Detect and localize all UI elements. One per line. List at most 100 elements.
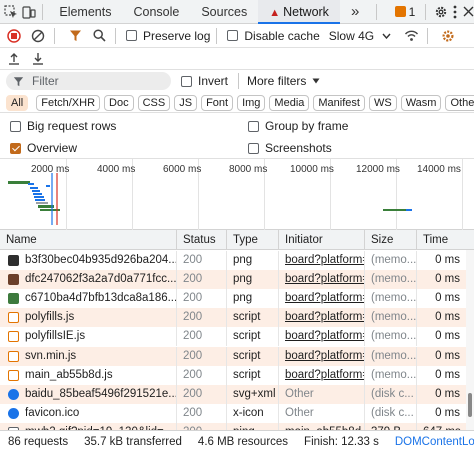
table-row[interactable]: c6710ba4d7bfb13dca8a186... 200 png board?pl… xyxy=(0,289,466,309)
type-filter-wasm[interactable]: Wasm xyxy=(400,94,442,111)
more-filters-dropdown[interactable]: More filters xyxy=(247,74,320,88)
table-row[interactable]: baidu_85beaf5496f291521e... 200 svg+xml Oth… xyxy=(0,384,466,404)
screenshots-checkbox[interactable]: Screenshots xyxy=(248,141,332,155)
network-conditions-icon[interactable] xyxy=(401,26,421,46)
invert-checkbox[interactable]: Invert xyxy=(181,74,228,88)
clear-icon[interactable] xyxy=(28,26,48,46)
request-name-cell[interactable]: dfc247062f3a2a7d0a771fcc... xyxy=(0,270,176,289)
throttling-select[interactable]: Slow 4G xyxy=(329,29,391,43)
tab-network[interactable]: ▲ Network xyxy=(258,0,340,24)
more-tabs-button[interactable]: » xyxy=(340,0,370,24)
favicon-icon xyxy=(8,407,19,419)
throttling-value: Slow 4G xyxy=(328,28,375,43)
disable-cache-checkbox[interactable]: Disable cache xyxy=(227,29,320,43)
resource-type-filters: All Fetch/XHR Doc CSS JS Font Img Media … xyxy=(0,93,474,113)
record-stop-icon[interactable] xyxy=(4,26,24,46)
request-status-cell: 200 xyxy=(176,365,226,385)
type-filter-manifest[interactable]: Manifest xyxy=(313,94,365,111)
caret-down-icon xyxy=(312,78,320,84)
request-status-cell: 200 xyxy=(176,346,226,366)
vertical-scrollbar[interactable] xyxy=(466,250,474,430)
preserve-log-box[interactable] xyxy=(126,30,137,41)
request-initiator-cell[interactable]: board?platform=... xyxy=(278,327,364,347)
type-filter-media[interactable]: Media xyxy=(269,94,310,111)
request-name-cell[interactable]: b3f30bec04b935d926ba204... xyxy=(0,251,176,270)
request-initiator-cell[interactable]: board?platform=... xyxy=(278,251,364,270)
request-name-cell[interactable]: main_ab55b8d.js xyxy=(0,366,176,385)
screenshots-label: Screenshots xyxy=(265,141,332,155)
settings-gear-icon[interactable] xyxy=(434,2,448,22)
column-header-initiator[interactable]: Initiator xyxy=(278,230,364,250)
request-name-cell[interactable]: svn.min.js xyxy=(0,347,176,366)
type-filter-ws[interactable]: WS xyxy=(368,94,397,111)
type-filter-js[interactable]: JS xyxy=(174,94,198,111)
request-type-cell: svg+xml xyxy=(226,384,278,404)
overview-box-checked[interactable] xyxy=(10,142,21,154)
column-header-size[interactable]: Size xyxy=(364,230,416,250)
request-name-cell[interactable]: baidu_85beaf5496f291521e... xyxy=(0,385,176,404)
table-row[interactable]: dfc247062f3a2a7d0a771fcc... 200 png board?p… xyxy=(0,270,466,290)
request-name: polyfillsIE.js xyxy=(25,330,86,343)
column-header-name[interactable]: Name xyxy=(0,230,176,250)
type-filter-font[interactable]: Font xyxy=(201,94,234,111)
table-row[interactable]: b3f30bec04b935d926ba204... 200 png board?pl… xyxy=(0,251,466,270)
overview-checkbox[interactable]: Overview xyxy=(10,141,77,155)
request-name: b3f30bec04b935d926ba204... xyxy=(25,254,176,266)
kebab-menu-icon[interactable] xyxy=(452,2,459,22)
screenshots-box[interactable] xyxy=(248,142,259,154)
table-row[interactable]: polyfills.js 200scriptboard?platform=...(… xyxy=(0,308,466,328)
scrollbar-thumb[interactable] xyxy=(468,393,472,417)
device-toolbar-icon[interactable] xyxy=(22,2,36,22)
tab-sources[interactable]: Sources xyxy=(190,0,258,24)
request-initiator-cell[interactable]: board?platform=... xyxy=(278,346,364,366)
request-name-cell[interactable]: polyfillsIE.js xyxy=(0,327,176,346)
warning-icon: ▲ xyxy=(269,6,281,19)
group-by-frame-checkbox[interactable]: Group by frame xyxy=(248,119,348,133)
preserve-log-checkbox[interactable]: Preserve log xyxy=(126,29,210,43)
request-type-cell: png xyxy=(226,251,278,270)
type-filter-other[interactable]: Other xyxy=(445,94,474,111)
column-header-type[interactable]: Type xyxy=(226,230,278,250)
big-request-rows-checkbox[interactable]: Big request rows xyxy=(10,119,116,133)
export-har-icon[interactable] xyxy=(28,49,48,69)
svg-icon xyxy=(8,388,19,400)
search-icon[interactable] xyxy=(89,26,109,46)
type-filter-css[interactable]: CSS xyxy=(137,94,171,111)
table-row[interactable]: polyfillsIE.js 200scriptboard?platform=..… xyxy=(0,327,466,347)
request-name-cell[interactable]: favicon.ico xyxy=(0,404,176,423)
big-request-rows-box[interactable] xyxy=(10,120,21,132)
request-time-cell: 0 ms xyxy=(416,365,466,385)
request-initiator-cell[interactable]: board?platform=... xyxy=(278,289,364,309)
request-initiator-cell[interactable]: board?platform=... xyxy=(278,365,364,385)
script-icon xyxy=(8,350,19,362)
tab-console[interactable]: Console xyxy=(122,0,190,24)
request-name-cell[interactable]: c6710ba4d7bfb13dca8a186... xyxy=(0,289,176,308)
request-initiator-cell[interactable]: board?platform=... xyxy=(278,308,364,328)
request-initiator-cell[interactable]: board?platform=... xyxy=(278,270,364,290)
issues-counter[interactable]: 1 xyxy=(394,5,415,19)
invert-box[interactable] xyxy=(181,75,192,87)
disable-cache-box[interactable] xyxy=(227,30,239,41)
overview-timeline[interactable]: 2000 ms 4000 ms 6000 ms 8000 ms 10000 ms… xyxy=(0,158,474,231)
tab-elements[interactable]: Elements xyxy=(48,0,122,24)
import-har-icon[interactable] xyxy=(4,49,24,69)
close-icon[interactable] xyxy=(463,2,474,22)
table-row[interactable]: svn.min.js 200scriptboard?platform=...(me… xyxy=(0,346,466,366)
type-filter-fetch-xhr[interactable]: Fetch/XHR xyxy=(36,94,101,111)
network-settings-gear-icon[interactable] xyxy=(438,26,458,46)
request-size-cell: (disk c... xyxy=(364,384,416,404)
finish-time: Finish: 12.33 s xyxy=(304,435,379,448)
type-filter-all[interactable]: All xyxy=(6,94,29,111)
filter-input[interactable]: Filter xyxy=(6,72,171,90)
type-filter-img[interactable]: Img xyxy=(237,94,266,111)
type-filter-doc[interactable]: Doc xyxy=(104,94,134,111)
inspect-element-icon[interactable] xyxy=(4,2,18,22)
request-name-cell[interactable]: polyfills.js xyxy=(0,308,176,327)
group-by-frame-box[interactable] xyxy=(248,120,259,132)
column-header-status[interactable]: Status xyxy=(176,230,226,250)
request-size-cell: (memo... xyxy=(364,251,416,270)
column-header-time[interactable]: Time xyxy=(416,230,474,250)
table-row[interactable]: main_ab55b8d.js 200scriptboard?platform=.… xyxy=(0,365,466,385)
filter-funnel-icon[interactable] xyxy=(65,26,85,46)
table-row[interactable]: favicon.ico 200 x-icon Other (disk c... 0 ms xyxy=(0,403,466,423)
